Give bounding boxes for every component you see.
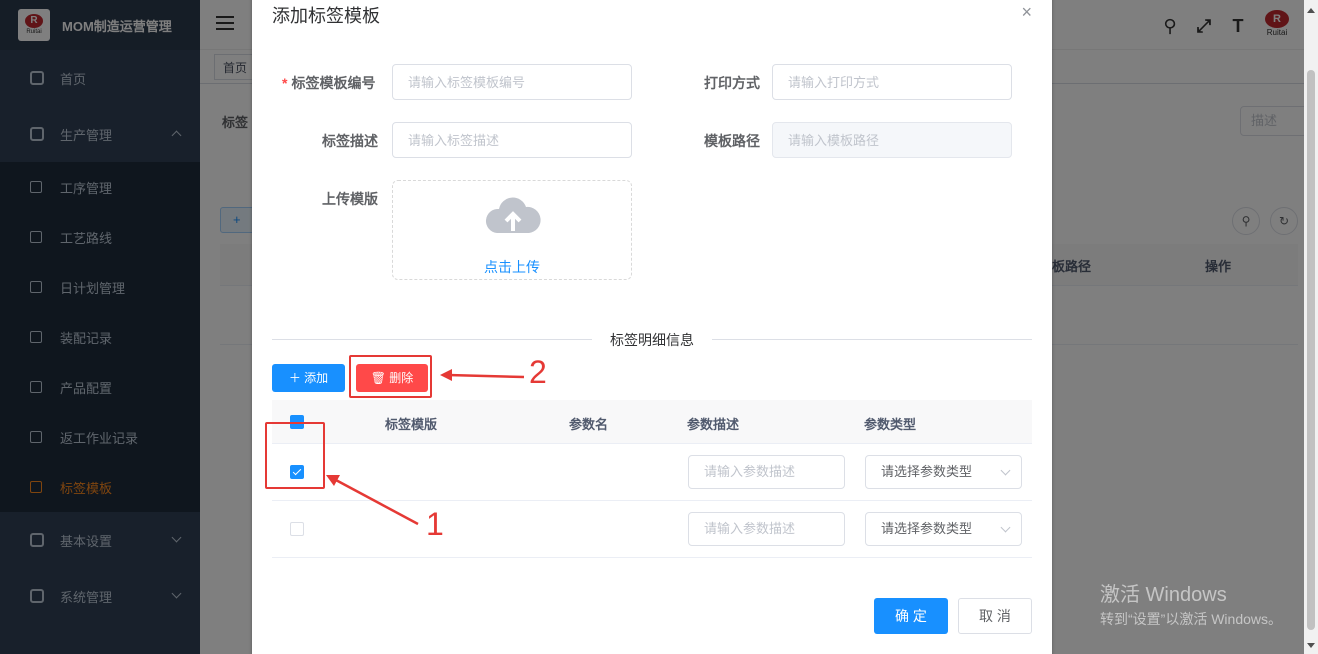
cancel-button[interactable]: 取 消 (958, 598, 1032, 634)
column-param-desc: 参数描述 (687, 417, 740, 432)
code-input[interactable] (392, 64, 632, 100)
table-row: 请输入参数描述 请选择参数类型 (272, 444, 1032, 501)
code-label-text: 标签模板编号 (291, 75, 376, 91)
dialog-title: 添加标签模板 (272, 6, 380, 26)
windows-activation-watermark: 激活 Windows 转到“设置”以激活 Windows。 (1100, 578, 1282, 629)
chevron-down-icon (1000, 522, 1011, 533)
cloud-upload-icon (485, 197, 541, 233)
detail-table-header: 标签模版 参数名 参数描述 参数类型 (272, 400, 1032, 444)
section-title: 标签明细信息 (592, 330, 712, 350)
scroll-up-icon[interactable] (1307, 8, 1315, 13)
print-method-input[interactable] (772, 64, 1012, 100)
watermark-line-2: 转到“设置”以激活 Windows。 (1100, 611, 1283, 627)
annotation-box-checkbox (265, 422, 325, 489)
code-label: * 标签模板编号 (282, 73, 375, 93)
close-icon[interactable]: × (1021, 2, 1032, 23)
param-type-select[interactable]: 请选择参数类型 (865, 512, 1022, 546)
path-label: 模板路径 (704, 133, 760, 149)
confirm-button[interactable]: 确 定 (874, 598, 948, 634)
upload-label: 上传模版 (322, 191, 378, 207)
table-row: 请输入参数描述 请选择参数类型 (272, 501, 1032, 558)
watermark-line-1: 激活 Windows (1100, 584, 1227, 606)
annotation-number-1: 1 (426, 506, 444, 542)
scroll-down-icon[interactable] (1307, 643, 1315, 648)
chevron-down-icon (1000, 465, 1011, 476)
column-param-name: 参数名 (569, 417, 609, 432)
param-desc-input[interactable]: 请输入参数描述 (688, 455, 845, 489)
template-path-input (772, 122, 1012, 158)
column-template: 标签模版 (385, 417, 438, 432)
annotation-number-2: 2 (529, 354, 547, 390)
param-type-select[interactable]: 请选择参数类型 (865, 455, 1022, 489)
add-row-label: 添加 (304, 371, 329, 385)
plus-icon: ＋ (288, 371, 305, 385)
desc-label: 标签描述 (322, 133, 378, 149)
upload-area[interactable]: 点击上传 (392, 180, 632, 280)
upload-text: 点击上传 (484, 259, 540, 275)
print-label: 打印方式 (704, 75, 760, 91)
annotation-box-delete (349, 355, 432, 398)
desc-input[interactable] (392, 122, 632, 158)
add-label-template-dialog: 添加标签模板 × *标签模板编号 打印方式 标签描述 模板路径 上传模版 点击上… (252, 0, 1052, 654)
required-mark: * (282, 75, 288, 91)
scrollbar-thumb[interactable] (1307, 70, 1315, 630)
column-param-type: 参数类型 (864, 417, 917, 432)
row-checkbox[interactable] (290, 522, 304, 536)
select-placeholder: 请选择参数类型 (881, 521, 973, 536)
select-placeholder: 请选择参数类型 (881, 464, 973, 479)
add-row-button[interactable]: ＋ 添加 (272, 364, 345, 392)
scrollbar[interactable] (1304, 0, 1318, 654)
param-desc-input[interactable]: 请输入参数描述 (688, 512, 845, 546)
